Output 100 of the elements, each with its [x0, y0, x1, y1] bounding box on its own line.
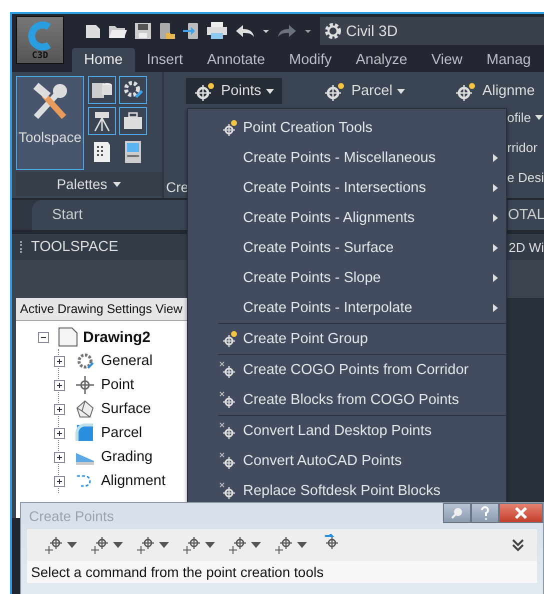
tool-button[interactable]: [43, 534, 77, 556]
save-icon[interactable]: [134, 22, 152, 40]
ribbon-dropdown-button[interactable]: Parcel: [316, 78, 414, 104]
close-button[interactable]: [499, 503, 543, 523]
print-icon[interactable]: [206, 22, 228, 40]
submenu-arrow-icon: [493, 304, 498, 312]
tree-item[interactable]: Point: [101, 377, 134, 393]
caret-icon: [67, 542, 77, 548]
menu-item[interactable]: Point Creation Tools: [188, 113, 506, 143]
tree-item[interactable]: Drawing2: [83, 328, 151, 346]
pin-button[interactable]: [443, 503, 471, 523]
ribbon-dropdown-button[interactable]: Alignme: [447, 78, 543, 104]
surface-icon: [75, 399, 95, 419]
point-spark-icon: [455, 81, 478, 101]
tree-item[interactable]: Surface: [101, 401, 151, 417]
menu-item[interactable]: Create Point Group: [188, 324, 506, 354]
point-icon: [43, 534, 65, 556]
expand-chevron-icon[interactable]: [511, 538, 525, 552]
document-icon: [57, 326, 79, 348]
parcel-icon: [75, 423, 95, 443]
ribbon-tab[interactable]: Annotate: [194, 48, 278, 72]
menu-item[interactable]: Create Points - Interpolate: [188, 293, 506, 323]
point-marker-icon: [218, 451, 238, 471]
database-icon[interactable]: [88, 76, 116, 104]
expand-toggle[interactable]: [54, 428, 65, 438]
document-tab[interactable]: OTAL: [508, 200, 544, 230]
palettes-panel-button[interactable]: Palettes: [16, 172, 162, 196]
tool-button[interactable]: [273, 534, 307, 556]
undo-icon[interactable]: [234, 22, 256, 40]
menu-item[interactable]: Convert Land Desktop Points: [188, 416, 506, 446]
phone-import-icon[interactable]: [182, 22, 200, 40]
crosshair-icon: [75, 375, 95, 395]
ribbon-item[interactable]: ofile: [507, 108, 544, 126]
expand-toggle[interactable]: [54, 356, 65, 366]
caret-icon: [205, 542, 215, 548]
tool-button[interactable]: [89, 534, 123, 556]
ribbon-tab[interactable]: Modify: [277, 48, 344, 72]
submenu-arrow-icon: [493, 274, 498, 282]
submenu-arrow-icon: [493, 154, 498, 162]
tool-button[interactable]: [135, 534, 169, 556]
menu-item[interactable]: Create Points - Miscellaneous: [188, 143, 506, 173]
menu-item[interactable]: Create Points - Intersections: [188, 173, 506, 203]
ribbon-tab[interactable]: View: [419, 48, 474, 72]
menu-item[interactable]: Create Blocks from COGO Points: [188, 385, 506, 415]
menu-item[interactable]: Convert AutoCAD Points: [188, 446, 506, 476]
menu-item[interactable]: Replace Softdesk Point Blocks: [188, 476, 506, 506]
expand-toggle[interactable]: [54, 380, 65, 390]
expand-toggle[interactable]: [54, 404, 65, 414]
ribbon-tab[interactable]: Home: [72, 48, 135, 72]
tree-item[interactable]: Parcel: [101, 425, 142, 441]
gear-icon[interactable]: [119, 76, 147, 104]
ribbon-item[interactable]: e Desi: [507, 168, 544, 186]
close-icon: [514, 506, 528, 520]
point-icon: [89, 534, 111, 556]
new-file-icon[interactable]: [84, 22, 102, 40]
point-marker-icon: [218, 390, 238, 410]
redo-icon[interactable]: [276, 22, 298, 40]
point-icon: [181, 534, 203, 556]
palette-text: 2D Wi: [508, 240, 544, 254]
workspace-label: Civil 3D: [346, 22, 398, 40]
toolspace-button[interactable]: Toolspace: [16, 76, 84, 170]
tool-button[interactable]: [227, 534, 261, 556]
caret-icon: [297, 542, 307, 548]
menu-item[interactable]: Create Points - Surface: [188, 233, 506, 263]
tool-button[interactable]: [181, 534, 215, 556]
caret-icon: [159, 542, 169, 548]
point-icon: [273, 534, 295, 556]
menu-item[interactable]: Create COGO Points from Corridor: [188, 355, 506, 385]
point-spark-icon: [194, 81, 216, 101]
phone-folder-icon[interactable]: [158, 22, 176, 40]
pin-icon: [450, 506, 464, 520]
caret-icon: [113, 182, 122, 186]
help-button[interactable]: [471, 503, 499, 523]
tripod-icon[interactable]: [88, 107, 116, 135]
caret-icon: [113, 542, 123, 548]
submenu-arrow-icon: [493, 244, 498, 252]
tree-item[interactable]: Grading: [101, 449, 153, 465]
collapse-toggle[interactable]: [38, 332, 49, 342]
tree-item[interactable]: Alignment: [101, 473, 166, 489]
dialog-title: Create Points: [29, 508, 115, 524]
palette-title: TOOLSPACE: [31, 239, 118, 255]
ribbon-tab[interactable]: Analyze: [344, 48, 420, 72]
submenu-arrow-icon: [493, 214, 498, 222]
ribbon-tab[interactable]: Insert: [134, 48, 195, 72]
gear-icon: [75, 351, 95, 371]
submenu-arrow-icon: [493, 184, 498, 192]
point-marker-icon: [218, 360, 238, 380]
expand-toggle[interactable]: [54, 452, 65, 462]
gear-icon: [324, 22, 342, 40]
expand-toggle[interactable]: [54, 476, 65, 486]
caret-icon: [251, 542, 261, 548]
ribbon-dropdown-button[interactable]: Points: [186, 78, 282, 104]
tree-item[interactable]: General: [101, 353, 153, 369]
point-marker-icon: [218, 421, 238, 441]
toolbox-icon[interactable]: [119, 107, 147, 135]
ribbon-item[interactable]: rridor: [507, 138, 544, 156]
help-icon: [480, 506, 490, 520]
workspace-selector[interactable]: Civil 3D: [320, 17, 544, 45]
grip-icon[interactable]: [20, 241, 25, 253]
ribbon-tab[interactable]: Manag: [474, 48, 543, 72]
